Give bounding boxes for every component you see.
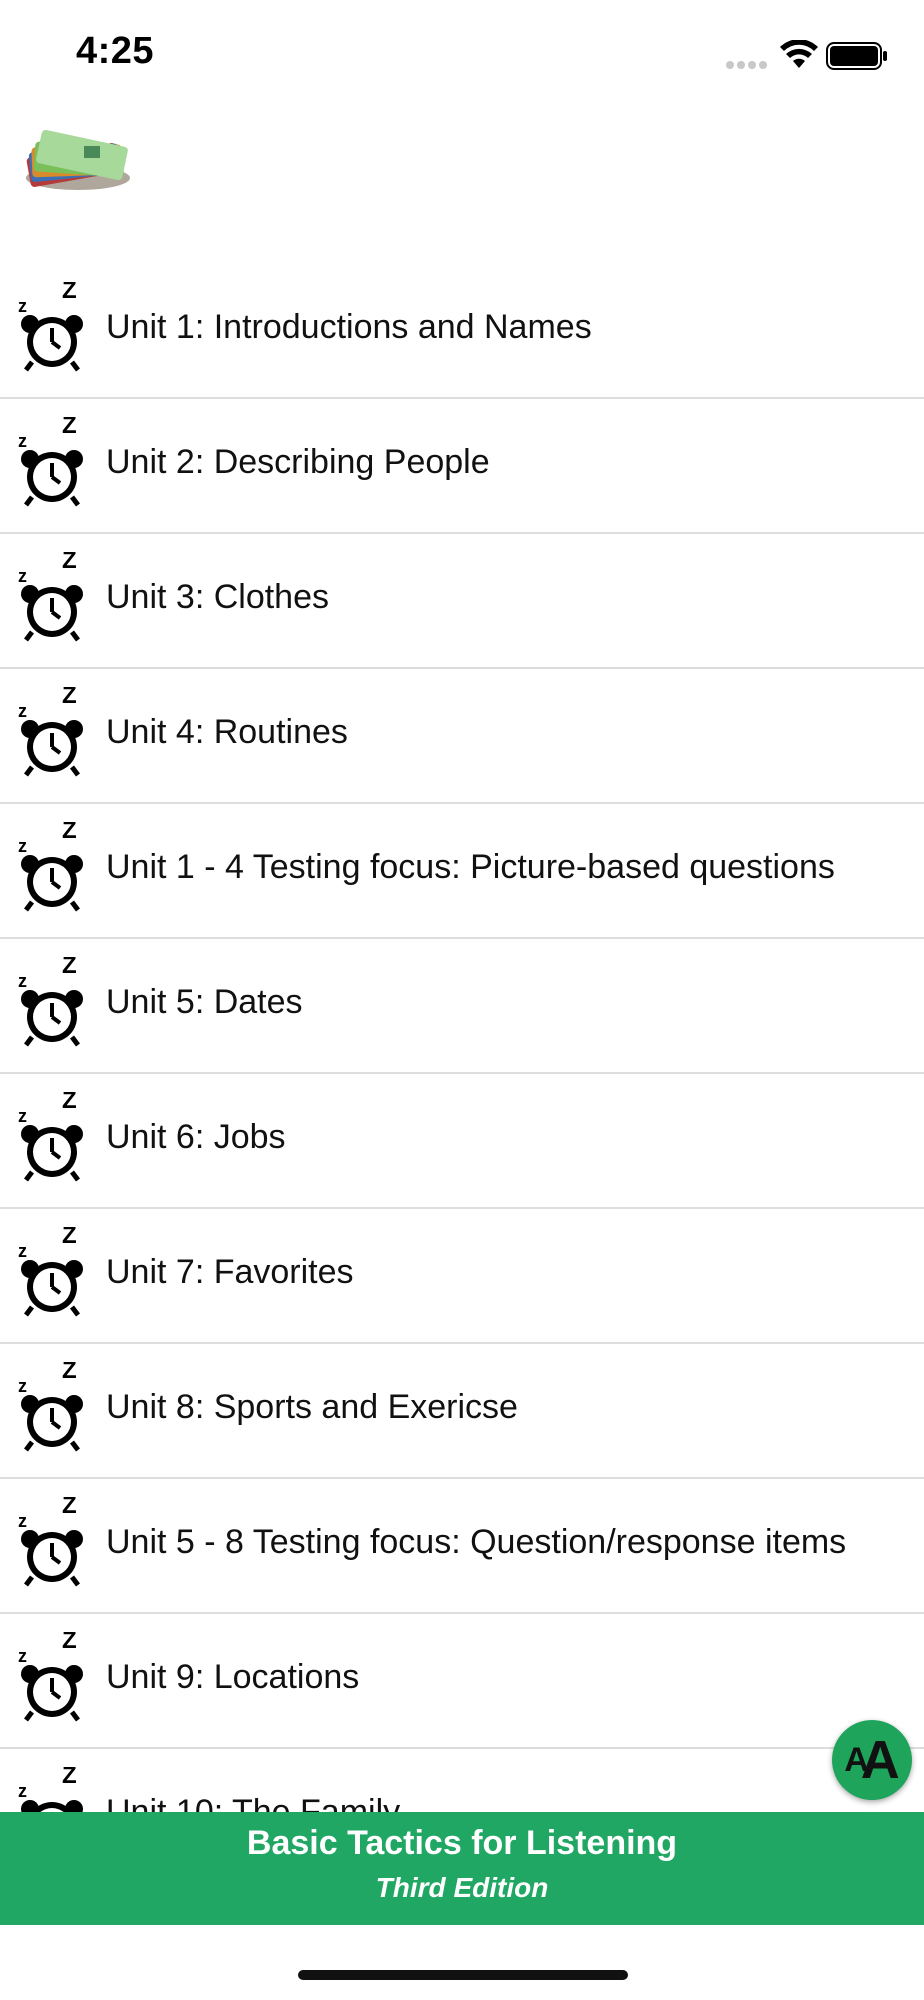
list-item-label: Unit 10: The Family [106,1793,401,1814]
app-screen: 4:25 z Z Unit 1: Introductions and Names… [0,0,924,2000]
list-item-label: Unit 9: Locations [106,1658,360,1696]
list-item-label: Unit 6: Jobs [106,1118,286,1156]
svg-text:Z: Z [62,552,77,574]
svg-text:z: z [18,701,27,721]
alarm-clock-sleeping-icon: z Z [18,1092,83,1182]
font-size-small-glyph: A [844,1740,868,1779]
svg-text:Z: Z [62,282,77,304]
alarm-clock-sleeping-icon: z Z [18,687,83,777]
list-item-label: Unit 2: Describing People [106,443,490,481]
svg-text:Z: Z [62,957,77,979]
unit-list: z Z Unit 1: Introductions and Names z Z [0,264,924,1814]
list-item[interactable]: z Z Unit 1: Introductions and Names [0,264,924,399]
svg-text:Z: Z [62,822,77,844]
svg-text:Z: Z [62,417,77,439]
list-item-label: Unit 1: Introductions and Names [106,308,592,346]
list-item[interactable]: z Z Unit 9: Locations [0,1614,924,1749]
svg-text:Z: Z [62,1362,77,1384]
battery-icon [826,42,887,70]
svg-text:z: z [18,1781,27,1801]
svg-text:Z: Z [62,1767,77,1789]
list-item[interactable]: z Z Unit 1 - 4 Testing focus: Picture-ba… [0,804,924,939]
svg-text:z: z [18,836,27,856]
svg-text:z: z [18,1646,27,1666]
list-item-label: Unit 8: Sports and Exericse [106,1388,518,1426]
list-item-label: Unit 7: Favorites [106,1253,354,1291]
svg-text:z: z [18,1241,27,1261]
list-item[interactable]: z Z Unit 5 - 8 Testing focus: Question/r… [0,1479,924,1614]
footer-title: Basic Tactics for Listening [246,1824,678,1862]
alarm-clock-sleeping-icon: z Z [18,957,83,1047]
svg-text:z: z [18,971,27,991]
list-item-label: Unit 3: Clothes [106,578,329,616]
svg-text:z: z [18,296,27,316]
alarm-clock-sleeping-icon: z Z [18,282,83,372]
list-item[interactable]: z Z Unit 6: Jobs [0,1074,924,1209]
status-time: 4:25 [76,30,155,72]
alarm-clock-sleeping-icon: z Z [18,1632,83,1722]
list-item[interactable]: z Z Unit 2: Describing People [0,399,924,534]
svg-text:z: z [18,1511,27,1531]
list-item[interactable]: z Z Unit 4: Routines [0,669,924,804]
list-item-label: Unit 5 - 8 Testing focus: Question/respo… [106,1523,847,1561]
alarm-clock-sleeping-icon: z Z [18,1362,83,1452]
alarm-clock-sleeping-icon: z Z [18,1497,83,1587]
list-item-label: Unit 4: Routines [106,713,348,751]
wifi-icon [780,40,818,68]
list-item[interactable]: z Z Unit 10: The Family [0,1749,924,1814]
list-item-label: Unit 5: Dates [106,983,303,1021]
footer-banner: Basic Tactics for Listening Third Editio… [0,1812,924,1925]
list-item[interactable]: z Z Unit 5: Dates [0,939,924,1074]
list-item[interactable]: z Z Unit 3: Clothes [0,534,924,669]
font-size-button[interactable]: AA [832,1720,912,1800]
svg-text:z: z [18,566,27,586]
alarm-clock-sleeping-icon: z Z [18,1227,83,1317]
svg-text:z: z [18,1106,27,1126]
font-size-large-glyph: A [860,1730,900,1790]
alarm-clock-sleeping-icon: z Z [18,552,83,642]
svg-text:z: z [18,1376,27,1396]
alarm-clock-sleeping-icon: z Z [18,822,83,912]
footer-subtitle: Third Edition [375,1872,549,1903]
alarm-clock-sleeping-icon: z Z [18,1767,83,1814]
list-item[interactable]: z Z Unit 8: Sports and Exericse [0,1344,924,1479]
svg-text:Z: Z [62,687,77,709]
list-item[interactable]: z Z Unit 7: Favorites [0,1209,924,1344]
list-item-label: Unit 1 - 4 Testing focus: Picture-based … [106,848,835,886]
status-bar: 4:25 [0,0,924,110]
home-indicator[interactable] [298,1970,628,1980]
signal-dots-icon [726,56,770,69]
svg-text:Z: Z [62,1497,77,1519]
svg-text:Z: Z [62,1227,77,1249]
svg-text:Z: Z [62,1632,77,1654]
flashcards-logo-icon [26,129,130,190]
svg-text:z: z [18,431,27,451]
alarm-clock-sleeping-icon: z Z [18,417,83,507]
svg-text:Z: Z [62,1092,77,1114]
